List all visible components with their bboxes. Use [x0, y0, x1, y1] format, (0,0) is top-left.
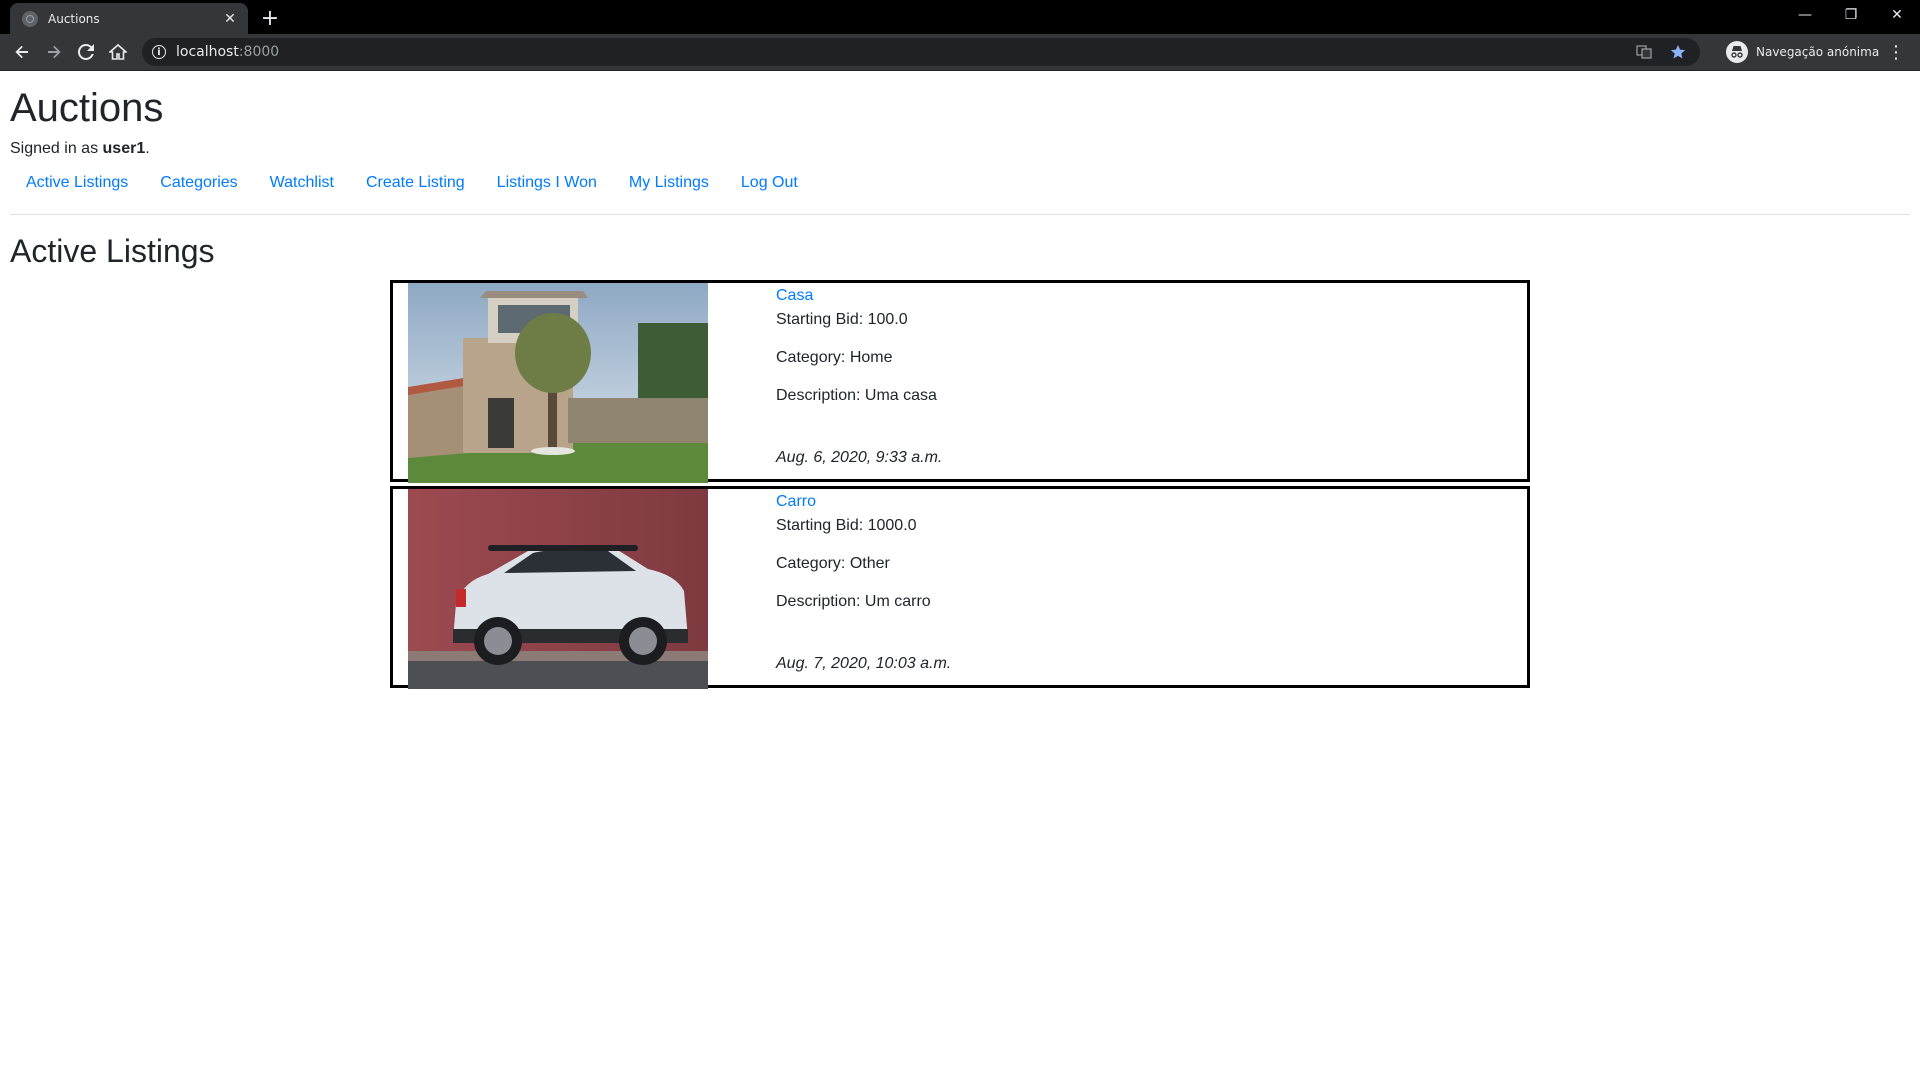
- tab-title: Auctions: [48, 11, 100, 26]
- close-window-icon[interactable]: ✕: [1874, 0, 1920, 30]
- listing-title-link[interactable]: Carro: [776, 493, 1527, 511]
- info-icon[interactable]: i: [152, 45, 166, 59]
- listing-category: Category: Other: [776, 555, 890, 572]
- listing-description: Description: Uma casa: [776, 387, 937, 404]
- listing-item: Casa Starting Bid: 100.0 Category: Home …: [390, 280, 1530, 483]
- listing-starting-bid: Starting Bid: 1000.0: [776, 517, 917, 534]
- listing-date: Aug. 6, 2020, 9:33 a.m.: [776, 449, 943, 466]
- menu-icon[interactable]: ⋮: [1884, 40, 1908, 64]
- listing-starting-bid: Starting Bid: 100.0: [776, 311, 908, 328]
- incognito-icon: [1726, 41, 1748, 63]
- browser-toolbar: i localhost:8000 Navegação anónima ⋮: [0, 34, 1920, 71]
- signed-in-text: Signed in as user1.: [10, 140, 150, 157]
- globe-icon: [22, 10, 38, 27]
- listing-title-link[interactable]: Casa: [776, 287, 1527, 305]
- browser-tabstrip: Auctions ✕ + — ❐ ✕: [0, 0, 1920, 34]
- nav-my-listings[interactable]: My Listings: [613, 166, 725, 200]
- listing-date: Aug. 7, 2020, 10:03 a.m.: [776, 655, 952, 672]
- nav-categories[interactable]: Categories: [144, 166, 253, 200]
- incognito-profile-button[interactable]: Navegação anónima: [1726, 38, 1887, 66]
- window-controls: — ❐ ✕: [1782, 0, 1920, 30]
- close-tab-icon[interactable]: ✕: [220, 9, 240, 29]
- new-tab-icon[interactable]: +: [258, 6, 282, 31]
- main-nav: Active Listings Categories Watchlist Cre…: [10, 166, 1910, 200]
- forward-icon[interactable]: [42, 40, 66, 64]
- listing-category: Category: Home: [776, 349, 893, 366]
- home-icon[interactable]: [106, 40, 130, 64]
- nav-log-out[interactable]: Log Out: [725, 166, 814, 200]
- listing-description: Description: Um carro: [776, 593, 931, 610]
- divider: [10, 214, 1910, 215]
- address-bar[interactable]: i localhost:8000: [142, 38, 1700, 66]
- nav-create-listing[interactable]: Create Listing: [350, 166, 481, 200]
- nav-watchlist[interactable]: Watchlist: [254, 166, 350, 200]
- listing-details: Casa Starting Bid: 100.0 Category: Home …: [776, 283, 1527, 479]
- listing-image-car[interactable]: [408, 489, 708, 689]
- listings-list: Casa Starting Bid: 100.0 Category: Home …: [390, 280, 1530, 689]
- page-heading: Active Listings: [10, 233, 215, 269]
- restore-icon[interactable]: ❐: [1828, 0, 1874, 30]
- listing-item: Carro Starting Bid: 1000.0 Category: Oth…: [390, 486, 1530, 689]
- back-icon[interactable]: [10, 40, 34, 64]
- listing-image-house[interactable]: [408, 283, 708, 483]
- url-text: localhost:8000: [176, 44, 280, 60]
- translate-icon[interactable]: [1634, 42, 1654, 62]
- site-title: Auctions: [10, 86, 164, 130]
- star-icon[interactable]: [1668, 42, 1688, 62]
- page-content: Auctions Signed in as user1. Active List…: [10, 70, 1910, 689]
- nav-active-listings[interactable]: Active Listings: [10, 166, 144, 200]
- profile-label: Navegação anónima: [1756, 45, 1880, 59]
- listing-details: Carro Starting Bid: 1000.0 Category: Oth…: [776, 489, 1527, 685]
- browser-tab[interactable]: Auctions ✕: [10, 3, 248, 34]
- minimize-icon[interactable]: —: [1782, 0, 1828, 30]
- username: user1: [102, 140, 146, 157]
- reload-icon[interactable]: [74, 40, 98, 64]
- nav-listings-i-won[interactable]: Listings I Won: [481, 166, 613, 200]
